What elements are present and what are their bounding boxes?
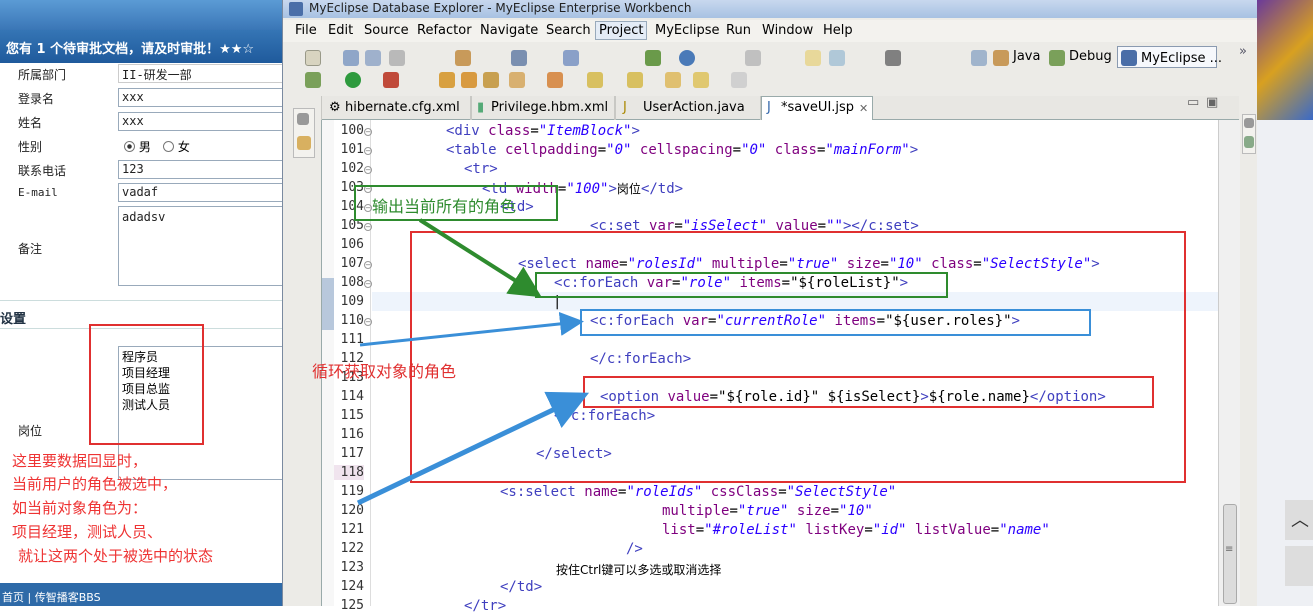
blue-arrow-lower	[356, 391, 590, 506]
blue-arrow-upper	[359, 311, 584, 347]
annotation-arrows	[356, 218, 590, 506]
green-arrow	[418, 218, 542, 298]
